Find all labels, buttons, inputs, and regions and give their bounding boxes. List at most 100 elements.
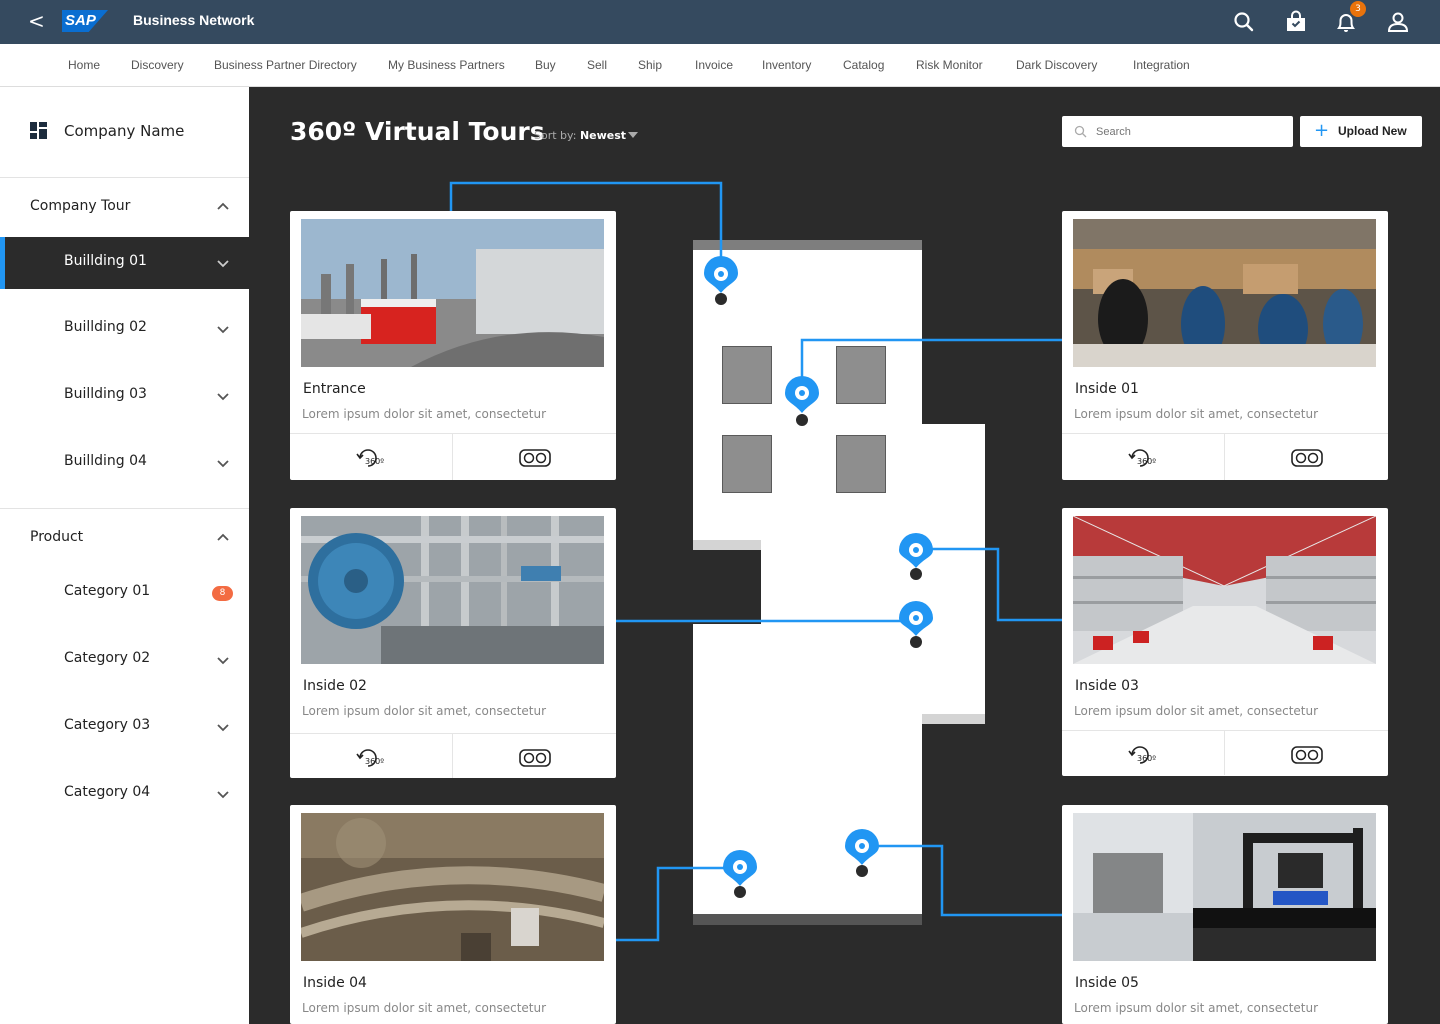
chevron-up-icon[interactable] [214, 529, 232, 547]
chevron-down-icon[interactable] [214, 785, 232, 803]
company-header[interactable]: Company Name [0, 87, 249, 178]
vr-view-button[interactable] [1224, 731, 1386, 775]
vr-headset-icon [1291, 746, 1323, 764]
tour-card-inside-05[interactable]: Inside 05 Lorem ipsum dolor sit amet, co… [1062, 805, 1388, 1024]
sidebar-item-label: Category 03 [64, 717, 151, 733]
sort-label: Sort by: [534, 129, 577, 142]
caret-down-icon[interactable] [628, 132, 638, 138]
search-input[interactable] [1096, 122, 1276, 141]
view-360-button[interactable]: 360º [290, 734, 452, 778]
sidebar-item-category-02[interactable]: Category 02 [0, 634, 249, 686]
sidebar-item-category-03[interactable]: Category 03 [0, 701, 249, 753]
vr-view-button[interactable] [1224, 434, 1386, 480]
floor-plan-wall [693, 240, 922, 250]
nav-inventory[interactable]: Inventory [762, 58, 811, 72]
chevron-down-icon[interactable] [214, 651, 232, 669]
chevron-down-icon[interactable] [214, 320, 232, 338]
nav-integration[interactable]: Integration [1133, 58, 1190, 72]
tour-thumbnail[interactable] [1073, 219, 1376, 367]
card-title: Inside 03 [1075, 678, 1139, 694]
chevron-down-icon[interactable] [214, 387, 232, 405]
nav-invoice[interactable]: Invoice [695, 58, 733, 72]
rotate-label: 360º [1137, 754, 1156, 763]
back-button[interactable]: < [28, 10, 45, 32]
nav-home[interactable]: Home [68, 58, 100, 72]
sidebar-item-building-02[interactable]: Buillding 02 [0, 303, 249, 355]
sort-value: Newest [579, 129, 627, 142]
360-rotate-icon: 360º [356, 449, 384, 467]
sidebar-item-building-04[interactable]: Buillding 04 [0, 437, 249, 489]
nav-discovery[interactable]: Discovery [131, 58, 184, 72]
chevron-down-icon[interactable] [214, 254, 232, 272]
tour-card-inside-01[interactable]: Inside 01 Lorem ipsum dolor sit amet, co… [1062, 211, 1388, 480]
chevron-up-icon[interactable] [214, 198, 232, 216]
sidebar-item-category-04[interactable]: Category 04 [0, 768, 249, 820]
card-description: Lorem ipsum dolor sit amet, consectetur [302, 1001, 547, 1015]
search-icon [1074, 125, 1087, 138]
chevron-down-icon[interactable] [214, 454, 232, 472]
vr-view-button[interactable] [452, 734, 614, 778]
sidebar-item-label: Buillding 03 [64, 386, 147, 402]
section-product[interactable]: Product [0, 509, 249, 567]
card-actions: 360º [290, 733, 616, 778]
search-icon[interactable] [1231, 9, 1257, 35]
section-company-tour[interactable]: Company Tour [0, 178, 249, 236]
main-nav: Home Discovery Business Partner Director… [0, 44, 1440, 87]
tour-thumbnail[interactable] [1073, 516, 1376, 664]
plus-icon: + [1314, 120, 1330, 141]
upload-new-button[interactable]: + Upload New [1300, 116, 1422, 147]
tour-card-inside-03[interactable]: Inside 03 Lorem ipsum dolor sit amet, co… [1062, 508, 1388, 776]
360-rotate-icon: 360º [1128, 746, 1156, 764]
nav-buy[interactable]: Buy [535, 58, 556, 72]
360-rotate-icon: 360º [1128, 449, 1156, 467]
card-title: Inside 02 [303, 678, 367, 694]
shopping-bag-icon[interactable] [1283, 9, 1309, 35]
sap-logo: SAP [62, 10, 108, 32]
card-description: Lorem ipsum dolor sit amet, consectetur [1074, 704, 1319, 718]
upload-label: Upload New [1338, 124, 1407, 138]
view-360-button[interactable]: 360º [1062, 731, 1224, 775]
chevron-down-icon[interactable] [214, 718, 232, 736]
tour-thumbnail[interactable] [1073, 813, 1376, 961]
sidebar-item-category-01[interactable]: Category 01 8 [0, 567, 249, 619]
floor-plan-notch [693, 540, 761, 624]
nav-ship[interactable]: Ship [638, 58, 662, 72]
search-box[interactable] [1062, 116, 1293, 147]
tour-card-entrance[interactable]: Entrance Lorem ipsum dolor sit amet, con… [290, 211, 616, 480]
sidebar-item-building-03[interactable]: Buillding 03 [0, 370, 249, 422]
room [836, 346, 886, 404]
sidebar-item-label: Category 04 [64, 784, 151, 800]
user-icon[interactable] [1385, 9, 1411, 35]
top-bar: < SAP Business Network 3 [0, 0, 1440, 44]
vr-view-button[interactable] [452, 434, 614, 480]
tour-thumbnail[interactable] [301, 516, 604, 664]
notification-badge: 3 [1350, 1, 1366, 17]
card-actions: 360º [1062, 433, 1388, 480]
view-360-button[interactable]: 360º [290, 434, 452, 480]
nav-sell[interactable]: Sell [587, 58, 607, 72]
sidebar-item-building-01[interactable]: Buillding 01 [0, 237, 249, 289]
nav-catalog[interactable]: Catalog [843, 58, 884, 72]
nav-business-partner-directory[interactable]: Business Partner Directory [214, 58, 357, 72]
floor-plan-wall [922, 714, 985, 724]
tour-thumbnail[interactable] [301, 813, 604, 961]
card-title: Inside 04 [303, 975, 367, 991]
floor-plan-wing [922, 424, 985, 724]
tour-card-inside-02[interactable]: Inside 02 Lorem ipsum dolor sit amet, co… [290, 508, 616, 778]
card-actions: 360º [290, 433, 616, 480]
card-description: Lorem ipsum dolor sit amet, consectetur [302, 704, 547, 718]
floor-plan-wall [693, 914, 922, 925]
room [836, 435, 886, 493]
room [722, 346, 772, 404]
rotate-label: 360º [1137, 457, 1156, 466]
tour-thumbnail[interactable] [301, 219, 604, 367]
tour-card-inside-04[interactable]: Inside 04 Lorem ipsum dolor sit amet, co… [290, 805, 616, 1024]
nav-risk-monitor[interactable]: Risk Monitor [916, 58, 983, 72]
view-360-button[interactable]: 360º [1062, 434, 1224, 480]
nav-my-business-partners[interactable]: My Business Partners [388, 58, 505, 72]
sidebar-item-label: Buillding 02 [64, 319, 147, 335]
nav-dark-discovery[interactable]: Dark Discovery [1016, 58, 1097, 72]
sidebar-item-label: Buillding 04 [64, 453, 147, 469]
sort-control[interactable]: Sort by: Newest [534, 129, 626, 142]
room [722, 435, 772, 493]
